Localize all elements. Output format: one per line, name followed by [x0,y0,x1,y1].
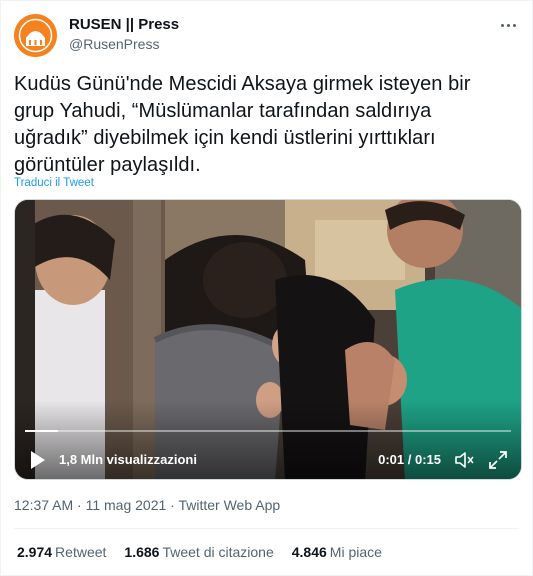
likes-count: 4.846 [291,544,327,560]
likes-label: Mi piace [329,544,382,560]
retweets-label: Retweet [55,544,107,560]
tweet-text-line: uğradık” diyebilmek için kendi üstlerini… [14,127,436,149]
volume-icon[interactable] [453,449,475,471]
view-count: 1,8 Mln visualizzazioni [59,452,197,467]
divider [14,528,519,529]
tweet-text-line: grup Yahudi, “Müslümanlar tarafından sal… [14,100,432,122]
likes-stat[interactable]: 4.846 Mi piace [292,544,382,560]
video-time: 0:01 / 0:15 [378,452,441,467]
fullscreen-icon[interactable] [487,449,509,471]
quotes-label: Tweet di citazione [162,544,274,560]
author-name[interactable]: RUSEN || Press [69,16,179,33]
video-progress-track[interactable] [25,430,511,432]
retweets-stat[interactable]: 2.974 Retweet [17,544,106,560]
play-icon[interactable] [29,450,47,470]
author-handle[interactable]: @RusenPress [69,36,159,52]
engagement-stats: 2.974 Retweet 1.686 Tweet di citazione 4.8… [17,544,400,560]
quotes-stat[interactable]: 1.686 Tweet di citazione [124,544,273,560]
tweet-card: RUSEN || Press @RusenPress Kudüs Günü'nd… [0,0,533,576]
avatar-logo [14,14,57,57]
tweet-timestamp[interactable]: 12:37 AM · 11 mag 2021 · Twitter Web App [14,497,280,513]
more-icon[interactable] [498,15,518,35]
video-frame [15,200,521,479]
tweet-text-line: Kudüs Günü'nde Mescidi Aksaya girmek ist… [14,73,471,95]
video-player[interactable]: 1,8 Mln visualizzazioni 0:01 / 0:15 [14,199,522,480]
tweet-text: Kudüs Günü'nde Mescidi Aksaya girmek ist… [14,71,519,179]
tweet-text-line: görüntüler paylaşıldı. [14,154,201,176]
translate-link[interactable]: Traduci il Tweet [14,177,94,189]
quotes-count: 1.686 [124,544,160,560]
video-progress-fill [25,430,58,432]
retweets-count: 2.974 [17,544,53,560]
avatar[interactable] [14,14,57,57]
